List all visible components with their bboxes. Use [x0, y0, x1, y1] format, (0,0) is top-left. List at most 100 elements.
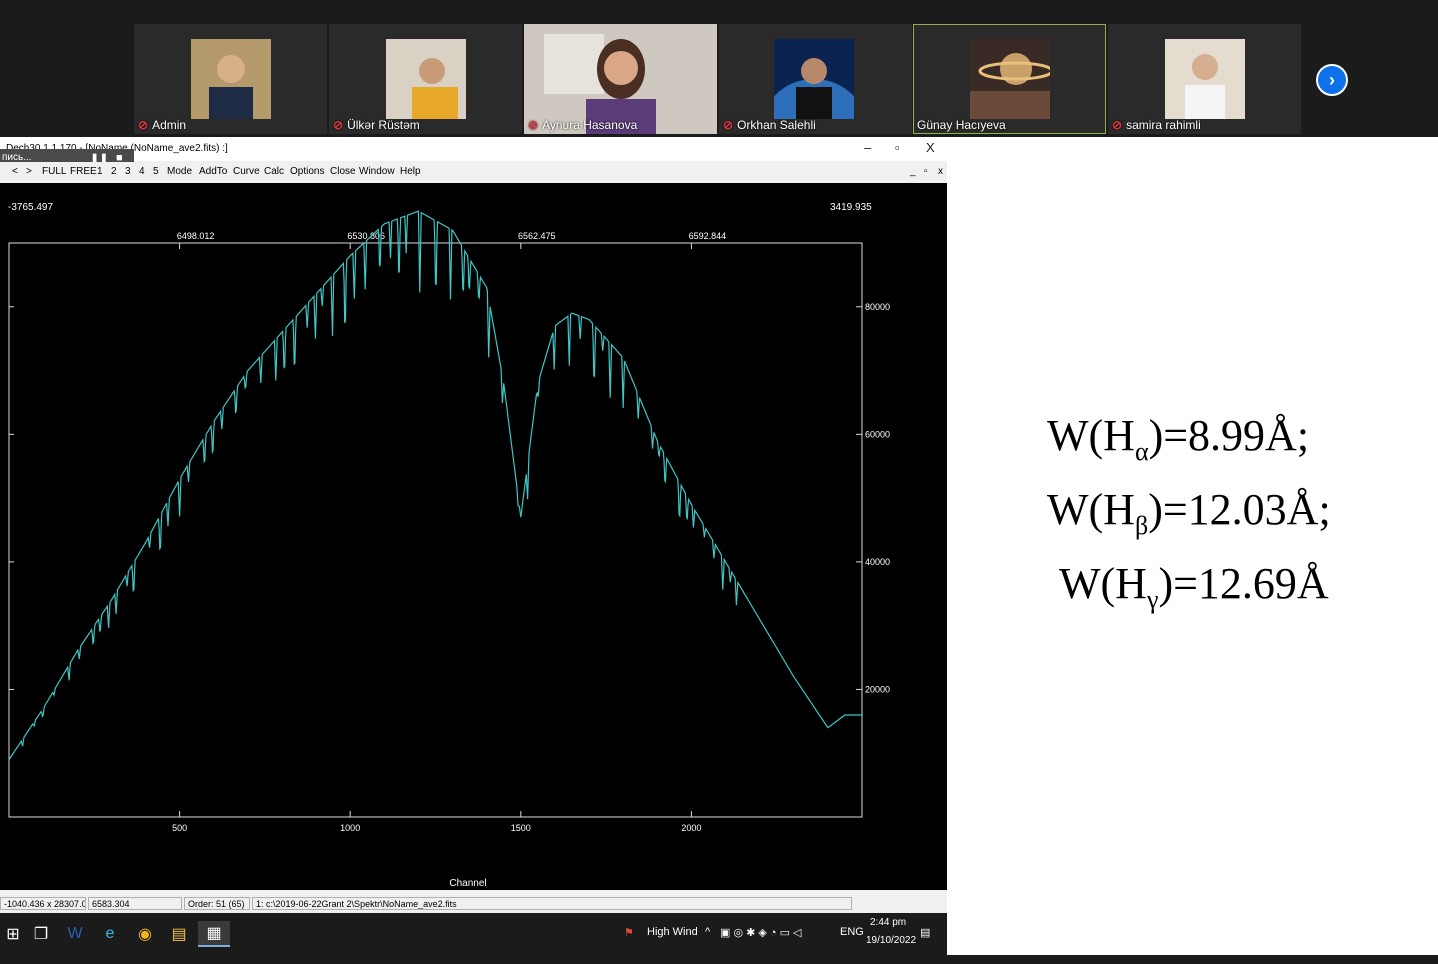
participant-tile[interactable]: ⊘ Orkhan Salehli	[719, 24, 912, 134]
x-min-label: -3765.497	[8, 202, 53, 213]
bottom-tick-label: 500	[172, 823, 187, 833]
clock-time[interactable]: 2:44 pm	[870, 917, 906, 928]
participant-video	[970, 39, 1050, 119]
shared-screen: Dech30 1.1.170 - [NoName (NoName_ave2.fi…	[0, 137, 1438, 955]
bottom-tick-label: 1500	[511, 823, 531, 833]
top-tick-label: 6498.012	[177, 231, 215, 241]
participant-tile-active[interactable]: Günay Hacıyeva	[913, 24, 1106, 134]
participant-name: Orkhan Salehli	[737, 118, 816, 132]
mic-muted-icon: ⊘	[138, 118, 149, 132]
menu-item[interactable]: Help	[400, 166, 421, 177]
inner-minimize-button[interactable]: _	[910, 166, 916, 177]
formula-pre: W(H	[1059, 558, 1147, 608]
menu-item[interactable]: <	[12, 166, 18, 177]
tray-icons[interactable]: ▣ ◎ ✱ ◈ ◔ ▭ ◁	[720, 926, 802, 939]
spectrum-chart: -3765.497 3419.935 6498.012 6530.806 6562.…	[8, 202, 890, 889]
status-path: 1: c:\2019-06-22Grant 2\Spektr\NoName_av…	[252, 897, 852, 910]
formula-h-gamma: W(Hγ)=12.69Å	[1045, 555, 1385, 629]
mic-muted-icon: ⊘	[333, 118, 344, 132]
chevron-up-icon[interactable]: ^	[705, 926, 710, 938]
minimize-button[interactable]: –	[864, 140, 871, 155]
clock-date[interactable]: 19/10/2022	[866, 935, 916, 946]
formula-post: )=8.99Å;	[1148, 411, 1310, 460]
bottom-tick-label: 2000	[681, 823, 701, 833]
participant-name: Günay Hacıyeva	[917, 118, 1006, 132]
mic-muted-icon: ⊘	[1112, 118, 1123, 132]
dech30-taskbar-icon[interactable]: ▦	[198, 921, 230, 947]
participant-name-row: ⊘ Ülkər Rüstəm	[333, 118, 420, 132]
mic-muted-icon: ⊘	[528, 118, 539, 132]
menu-item[interactable]: Calc	[264, 166, 284, 177]
participant-name-row: ⊘ samira rahimli	[1112, 118, 1201, 132]
menu-item[interactable]: FREE	[70, 166, 97, 177]
chrome-icon[interactable]: ◉	[132, 921, 158, 947]
menu-item[interactable]: >	[26, 166, 32, 177]
status-bar: -1040.436 x 28307.0 6583.304 Order: 51 (…	[0, 895, 947, 913]
formula-pre: W(H	[1047, 484, 1135, 534]
participant-name: Ülkər Rüstəm	[347, 118, 420, 132]
right-tick-label: 40000	[865, 557, 890, 567]
x-max-label: 3419.935	[830, 202, 872, 213]
status-order: Order: 51 (65)	[184, 897, 250, 910]
right-tick-label: 80000	[865, 302, 890, 312]
formula-h-alpha: W(Hα)=8.99Å;	[1045, 407, 1385, 481]
formula-pre: W(H	[1047, 411, 1135, 460]
windows-taskbar: ⊞ ❐ W e ◉ ▤ ▦ ⚑ High Wind ^ ▣ ◎ ✱ ◈ ◔ ▭ …	[0, 913, 947, 955]
participant-name-row: ⊘ Orkhan Salehli	[723, 118, 816, 132]
language-indicator[interactable]: ENG	[840, 926, 864, 938]
participant-name: Aynura Hasanova	[542, 118, 638, 132]
participant-video	[1165, 39, 1245, 119]
chevron-right-icon[interactable]: ›	[1316, 64, 1348, 96]
menu-item[interactable]: 4	[139, 166, 145, 177]
maximize-button[interactable]: ▫	[895, 140, 900, 155]
participant-name: Admin	[152, 118, 187, 132]
participant-tile[interactable]: ⊘ samira rahimli	[1108, 24, 1301, 134]
participant-name-row: Günay Hacıyeva	[917, 118, 1006, 132]
spectrum-line	[8, 210, 862, 760]
menu-item[interactable]: 2	[111, 166, 117, 177]
edge-icon[interactable]: e	[97, 921, 123, 947]
mic-muted-icon: ⊘	[723, 118, 734, 132]
notification-icon[interactable]: ▤	[920, 926, 930, 939]
bottom-tick-label: 1000	[340, 823, 360, 833]
inner-close-button[interactable]: x	[938, 166, 943, 177]
spectrum-plot[interactable]: -3765.497 3419.935 6498.012 6530.806 6562.…	[0, 183, 947, 890]
weather-text[interactable]: High Wind	[647, 926, 698, 938]
menu-bar: < > FULL FREE 1 2 3 4 5 Mode AddTo Curve…	[0, 162, 947, 182]
status-coords: -1040.436 x 28307.0	[0, 897, 86, 910]
menu-item[interactable]: 5	[153, 166, 159, 177]
participant-strip: ⊘ Admin ⊘ Ülkər Rüstəm ⊘ Aynura Hasanova ⊘ O…	[0, 0, 1438, 137]
word-icon[interactable]: W	[62, 921, 88, 947]
meeting-bottom-bar	[0, 955, 1438, 964]
close-button[interactable]: X	[926, 140, 935, 155]
participant-name-row: ⊘ Aynura Hasanova	[528, 118, 637, 132]
menu-item[interactable]: Close	[330, 166, 356, 177]
menu-item[interactable]: 3	[125, 166, 131, 177]
menu-item[interactable]: Mode	[167, 166, 192, 177]
inner-restore-button[interactable]: ▫	[924, 166, 928, 177]
menu-item[interactable]: FULL	[42, 166, 66, 177]
formula-sub: β	[1134, 510, 1149, 540]
formula-post: )=12.69Å	[1158, 558, 1329, 608]
menu-item[interactable]: 1	[97, 166, 103, 177]
right-axis: 80000 60000 40000 20000	[856, 302, 890, 694]
file-explorer-icon[interactable]: ▤	[166, 921, 192, 947]
x-axis-label: Channel	[449, 878, 486, 889]
weather-icon: ⚑	[624, 927, 634, 939]
participant-tile[interactable]: ⊘ Admin	[134, 24, 327, 134]
formula-sub: α	[1134, 436, 1149, 466]
windows-start-icon[interactable]: ⊞	[0, 921, 26, 947]
menu-item[interactable]: Window	[359, 166, 395, 177]
bottom-axis: 500 1000 1500 2000	[172, 811, 701, 833]
top-tick-label: 6592.844	[689, 231, 727, 241]
menu-item[interactable]: AddTo	[199, 166, 227, 177]
participant-name-row: ⊘ Admin	[138, 118, 186, 132]
menu-item[interactable]: Options	[290, 166, 324, 177]
menu-item[interactable]: Curve	[233, 166, 260, 177]
task-view-icon[interactable]: ❐	[28, 921, 54, 947]
right-tick-label: 20000	[865, 684, 890, 694]
participant-tile[interactable]: ⊘ Ülkər Rüstəm	[329, 24, 522, 134]
participant-tile[interactable]: ⊘ Aynura Hasanova	[524, 24, 717, 134]
equivalent-width-formulas: W(Hα)=8.99Å; W(Hβ)=12.03Å; W(Hγ)=12.69Å	[1045, 407, 1385, 628]
formula-h-beta: W(Hβ)=12.03Å;	[1045, 481, 1385, 555]
